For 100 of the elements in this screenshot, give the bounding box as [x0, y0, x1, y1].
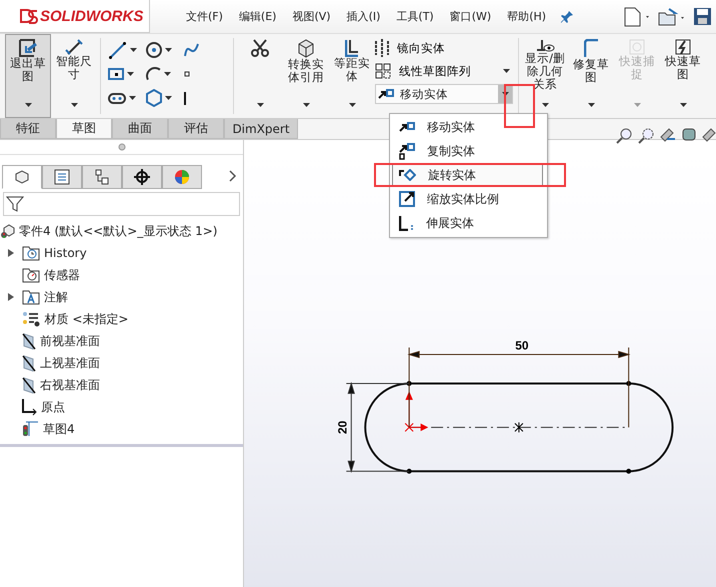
save-icon[interactable]	[693, 7, 712, 26]
tree-item[interactable]: 上视基准面	[0, 352, 243, 374]
sensor-folder-icon	[22, 268, 40, 282]
plane-icon	[22, 332, 36, 350]
plane-icon	[22, 376, 36, 394]
sketch-icon	[22, 421, 39, 437]
caret-icon	[24, 102, 32, 108]
menu-item[interactable]: 伸展实体	[392, 211, 543, 235]
part-icon	[0, 224, 15, 238]
dimension-value[interactable]: 50	[515, 338, 529, 353]
caret-icon	[348, 102, 356, 108]
tab[interactable]: 草图	[56, 119, 112, 139]
polygon-icon	[146, 89, 162, 107]
menu-item[interactable]: 文件(F)	[180, 6, 229, 27]
toolbar-button[interactable]: 线性草图阵列	[375, 61, 515, 81]
pin-icon[interactable]	[560, 10, 574, 24]
tab[interactable]: 特征	[0, 119, 56, 139]
toolbar-button[interactable]: 等距实体	[329, 34, 375, 118]
zoom-to-fit-icon[interactable]	[616, 128, 632, 144]
stretch-icon	[399, 215, 414, 231]
appearance-icon	[174, 169, 190, 185]
material-icon	[22, 310, 40, 328]
arc-icon	[146, 67, 161, 81]
highlight-frame	[504, 84, 535, 128]
caret-icon	[129, 47, 138, 53]
caret-icon	[500, 91, 510, 97]
scissors-icon	[251, 39, 269, 57]
toolbar-button[interactable]: 退出草图	[5, 34, 51, 118]
repair-sketch-icon	[584, 39, 598, 58]
ds-logo-icon	[20, 8, 38, 24]
menu-item[interactable]: 编辑(E)	[232, 6, 282, 27]
menu-item[interactable]: 复制实体	[392, 139, 543, 163]
filter-field[interactable]	[3, 192, 240, 216]
tree-item[interactable]: 传感器	[0, 264, 243, 286]
caret-icon	[502, 68, 511, 74]
tab[interactable]: DimXpert	[224, 119, 298, 139]
panel-tab[interactable]	[122, 165, 162, 189]
open-folder-icon[interactable]	[658, 8, 685, 26]
resize-handle-icon[interactable]	[118, 143, 126, 151]
tree-item[interactable]: 原点	[0, 396, 243, 418]
section-view-icon[interactable]	[682, 128, 696, 141]
toolbar-button[interactable]: 快速草图	[660, 34, 706, 118]
tree-item[interactable]: 右视基准面	[0, 374, 243, 396]
tree-item[interactable]: 草图4	[0, 418, 243, 440]
cube-icon	[298, 39, 314, 58]
toolbar-button[interactable]: 修复草图	[568, 34, 614, 118]
crosshair-icon	[133, 168, 151, 186]
part-icon	[15, 170, 29, 184]
expand-arrow-icon[interactable]	[7, 292, 15, 302]
zoom-area-icon[interactable]	[638, 128, 654, 144]
tree-item[interactable]: 注解	[0, 286, 243, 308]
tree-item[interactable]: 前视基准面	[0, 330, 243, 352]
expand-arrow-icon[interactable]	[7, 248, 15, 258]
dimension-value[interactable]: 20	[335, 420, 350, 434]
menu-item[interactable]: 缩放实体比例	[392, 187, 543, 211]
circle-icon	[146, 42, 162, 58]
caret-icon	[164, 47, 173, 53]
move-icon	[399, 122, 415, 132]
exit-sketch-icon	[19, 39, 37, 57]
toolbar-button[interactable]: 镜向实体	[375, 38, 515, 58]
previous-view-icon[interactable]	[660, 128, 676, 142]
caret-icon	[256, 102, 264, 108]
copy-icon	[399, 142, 415, 160]
view-orientation-icon[interactable]	[702, 128, 716, 142]
caret-icon	[70, 102, 78, 108]
menu-item[interactable]: 视图(V)	[286, 6, 337, 27]
dropdown-button[interactable]: 移动实体	[375, 84, 513, 104]
menu-item[interactable]: 帮助(H)	[501, 6, 552, 27]
panel-tab[interactable]	[82, 165, 122, 189]
panel-tab[interactable]	[42, 165, 82, 189]
menu-item[interactable]: 移动实体	[392, 115, 543, 139]
new-document-icon[interactable]	[624, 6, 650, 26]
caret-icon	[678, 102, 688, 108]
logo-text: SOLIDWORKS	[40, 8, 144, 24]
move-icon	[378, 89, 394, 99]
caret-icon	[126, 71, 135, 77]
toolbar-button[interactable]: 转换实体引用	[283, 34, 329, 118]
caret-icon	[632, 102, 642, 108]
rectangle-icon	[108, 68, 124, 80]
tab[interactable]: 曲面	[112, 119, 168, 139]
tab[interactable]: 评估	[168, 119, 224, 139]
menu-item[interactable]: 工具(T)	[390, 6, 440, 27]
tree-item[interactable]: 零件4 (默认<<默认>_显示状态 1>)	[0, 220, 243, 242]
slot-icon	[108, 92, 126, 104]
quick-sketch-icon	[675, 39, 691, 55]
text-cursor-icon	[184, 90, 186, 106]
tree-item[interactable]: History	[0, 242, 243, 264]
menu-item[interactable]: 插入(I)	[340, 6, 386, 27]
caret-icon	[540, 102, 550, 108]
filter-icon	[6, 196, 24, 212]
tree-item[interactable]: 材质 <未指定>	[0, 308, 243, 330]
caret-icon	[128, 95, 137, 101]
snap-icon	[629, 39, 645, 55]
origin-icon	[22, 398, 37, 416]
toolbar-button[interactable]: 智能尺寸	[51, 34, 97, 118]
caret-icon	[162, 71, 172, 77]
menu-item[interactable]: 窗口(W)	[444, 6, 498, 27]
dimension-icon	[65, 39, 83, 55]
eye-icon	[536, 39, 554, 52]
panel-tab[interactable]	[2, 165, 42, 189]
